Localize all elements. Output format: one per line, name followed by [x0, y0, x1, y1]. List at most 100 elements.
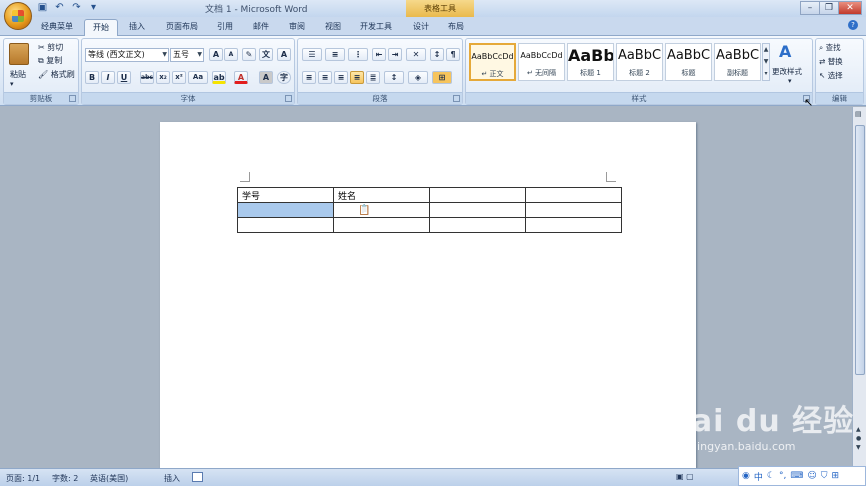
char-border-icon[interactable]: A: [277, 48, 291, 61]
replace-button[interactable]: ⇄ 替换: [819, 56, 843, 67]
ime-punct-icon[interactable]: °,: [779, 471, 786, 481]
shrink-font-icon[interactable]: A: [224, 48, 238, 61]
font-launcher-icon[interactable]: [285, 95, 292, 102]
help-icon[interactable]: ?: [848, 20, 858, 30]
tab-references[interactable]: 引用: [212, 19, 238, 36]
status-language[interactable]: 英语(美国): [90, 473, 128, 484]
full-screen-icon[interactable]: ▢: [686, 472, 694, 481]
view-buttons[interactable]: ▣ ▢: [676, 472, 694, 481]
justify-icon[interactable]: ≡: [350, 71, 364, 84]
restore-icon[interactable]: ❐: [819, 1, 839, 15]
tab-review[interactable]: 审阅: [284, 19, 310, 36]
undo-icon[interactable]: ↶: [53, 2, 66, 14]
tab-design[interactable]: 设计: [408, 19, 434, 36]
underline-icon[interactable]: U: [117, 71, 131, 84]
tab-classic-menu[interactable]: 经典菜单: [36, 19, 78, 36]
char-shading-icon[interactable]: A: [259, 71, 273, 84]
format-painter-button[interactable]: 🖌 格式刷: [38, 69, 75, 80]
cut-button[interactable]: ✂ 剪切: [38, 42, 63, 53]
document-page[interactable]: [160, 122, 696, 468]
ime-shirt-icon[interactable]: ⛉: [821, 471, 828, 481]
table-cell[interactable]: [525, 202, 622, 218]
font-color-icon[interactable]: A: [234, 71, 248, 84]
redo-icon[interactable]: ↷: [70, 2, 83, 14]
scroll-thumb[interactable]: [855, 125, 865, 375]
numbering-icon[interactable]: ≡: [325, 48, 345, 61]
bold-icon[interactable]: B: [85, 71, 99, 84]
clipboard-launcher-icon[interactable]: [69, 95, 76, 102]
paste-options-icon[interactable]: 📋: [358, 205, 370, 216]
strikethrough-icon[interactable]: abc: [140, 71, 154, 84]
table-cell[interactable]: [237, 217, 334, 233]
change-styles-button[interactable]: 更改样式: [772, 66, 802, 77]
enclose-char-icon[interactable]: 字: [277, 71, 291, 84]
styles-scroll-icon[interactable]: ▲ ▼ ▾: [762, 43, 770, 81]
table-cell[interactable]: [525, 187, 622, 203]
font-size-combo[interactable]: 五号 ▼: [170, 48, 204, 62]
line-spacing-icon[interactable]: ↕: [384, 71, 404, 84]
bullets-icon[interactable]: ☰: [302, 48, 322, 61]
shading-icon[interactable]: ◈: [408, 71, 428, 84]
change-styles-dropdown-icon[interactable]: ▾: [788, 77, 792, 85]
show-marks-icon[interactable]: ¶: [446, 48, 460, 61]
paste-dropdown-icon[interactable]: ▾: [10, 80, 14, 88]
table-cell[interactable]: [525, 217, 622, 233]
table-cell[interactable]: 📋: [333, 202, 430, 218]
document-table[interactable]: 学号 姓名 📋: [237, 187, 622, 233]
change-case-icon[interactable]: Aa: [188, 71, 208, 84]
style-subtitle[interactable]: AaBbC 副标题: [714, 43, 761, 81]
multilevel-list-icon[interactable]: ⋮: [348, 48, 368, 61]
style-heading-2[interactable]: AaBbC 标题 2: [616, 43, 663, 81]
sort-icon[interactable]: ↕: [430, 48, 444, 61]
increase-indent-icon[interactable]: ⇥: [388, 48, 402, 61]
tab-insert[interactable]: 插入: [124, 19, 150, 36]
subscript-icon[interactable]: x₂: [156, 71, 170, 84]
font-family-combo[interactable]: 等线 (西文正文) ▼: [85, 48, 169, 62]
superscript-icon[interactable]: x²: [172, 71, 186, 84]
change-styles-icon[interactable]: A: [779, 42, 791, 61]
paste-button[interactable]: 粘贴: [10, 69, 26, 80]
ime-keyboard-icon[interactable]: ⌨: [790, 471, 803, 481]
table-cell[interactable]: [429, 202, 526, 218]
highlight-icon[interactable]: ab: [212, 71, 226, 84]
tab-mailings[interactable]: 邮件: [248, 19, 274, 36]
tab-developer[interactable]: 开发工具: [356, 19, 396, 36]
page-nav-icons[interactable]: ▲ ● ▼: [856, 425, 861, 452]
copy-button[interactable]: ⧉ 复制: [38, 55, 62, 66]
tab-layout[interactable]: 布局: [443, 19, 469, 36]
tab-view[interactable]: 视图: [320, 19, 346, 36]
align-left-icon[interactable]: ≡: [302, 71, 316, 84]
close-icon[interactable]: ✕: [838, 1, 862, 15]
ime-logo-icon[interactable]: ◉: [742, 471, 750, 481]
save-icon[interactable]: ▣: [36, 2, 49, 14]
borders-icon[interactable]: ⊞: [432, 71, 452, 84]
office-button[interactable]: [4, 2, 32, 30]
minimize-icon[interactable]: –: [800, 1, 820, 15]
style-heading-1[interactable]: AaBb 标题 1: [567, 43, 614, 81]
ime-moon-icon[interactable]: ☾: [767, 471, 775, 481]
italic-icon[interactable]: I: [101, 71, 115, 84]
distributed-icon[interactable]: ≣: [366, 71, 380, 84]
ruler-toggle-icon[interactable]: ▤: [855, 110, 862, 118]
table-cell[interactable]: [429, 217, 526, 233]
status-word-count[interactable]: 字数: 2: [52, 473, 78, 484]
status-insert-mode[interactable]: 插入: [164, 473, 180, 484]
table-cell-selected[interactable]: [237, 202, 334, 218]
phonetic-guide-icon[interactable]: 文: [259, 48, 273, 61]
table-cell[interactable]: [429, 187, 526, 203]
select-button[interactable]: ↖ 选择: [819, 70, 843, 81]
paragraph-launcher-icon[interactable]: [453, 95, 460, 102]
style-normal[interactable]: AaBbCcDd ↵ 正文: [469, 43, 516, 81]
decrease-indent-icon[interactable]: ⇤: [372, 48, 386, 61]
grow-font-icon[interactable]: A: [209, 48, 223, 61]
style-no-spacing[interactable]: AaBbCcDd ↵ 无间隔: [518, 43, 565, 81]
tab-home[interactable]: 开始: [84, 19, 118, 36]
print-layout-icon[interactable]: ▣: [676, 472, 684, 481]
clear-format-icon[interactable]: ✎: [242, 48, 256, 61]
align-right-icon[interactable]: ≡: [334, 71, 348, 84]
find-button[interactable]: ⌕ 查找: [819, 42, 841, 53]
paste-icon[interactable]: [9, 43, 29, 65]
table-cell[interactable]: 学号: [237, 187, 334, 203]
chinese-layout-icon[interactable]: ✕: [406, 48, 426, 61]
status-page[interactable]: 页面: 1/1: [6, 473, 40, 484]
